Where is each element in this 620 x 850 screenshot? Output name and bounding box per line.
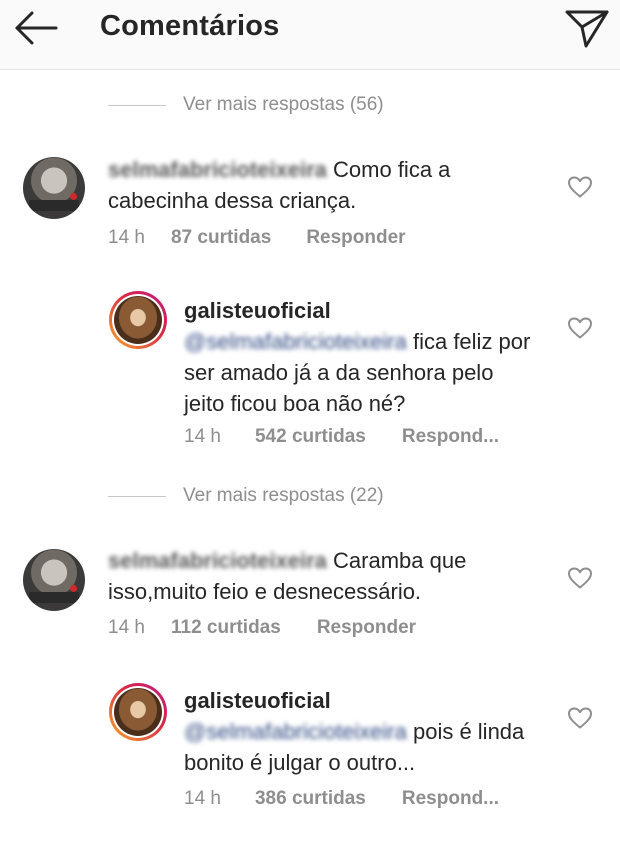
reply-likes[interactable]: 542 curtidas bbox=[255, 426, 366, 448]
share-button[interactable] bbox=[560, 6, 612, 50]
like-button[interactable] bbox=[567, 706, 593, 730]
heart-icon bbox=[568, 707, 592, 729]
avatar-caption bbox=[29, 200, 79, 211]
reply-time: 14 h bbox=[184, 426, 221, 447]
avatar[interactable] bbox=[23, 157, 85, 219]
avatar-photo bbox=[114, 688, 162, 736]
view-more-replies-label: Ver mais respostas (56) bbox=[183, 94, 384, 115]
comment-likes[interactable]: 112 curtidas bbox=[171, 617, 281, 639]
heart-icon bbox=[568, 317, 592, 339]
comment-meta: 14 h 87 curtidas Responder bbox=[108, 226, 406, 250]
like-button[interactable] bbox=[567, 316, 593, 340]
divider-line bbox=[108, 495, 166, 497]
top-bar: Comentários bbox=[0, 0, 620, 70]
paper-plane-icon bbox=[565, 10, 609, 48]
reply-meta: 14 h 542 curtidas Respond... bbox=[184, 425, 499, 449]
avatar[interactable] bbox=[109, 291, 167, 349]
comment-username[interactable]: selmafabricioteixeira bbox=[108, 157, 327, 182]
heart-icon bbox=[568, 176, 592, 198]
reply-likes[interactable]: 386 curtidas bbox=[255, 788, 366, 810]
reply-username[interactable]: galisteuoficial bbox=[184, 298, 331, 323]
arrow-left-icon bbox=[15, 11, 58, 45]
comment-body: selmafabricioteixeira Caramba que isso,m… bbox=[108, 545, 528, 607]
comment-time: 14 h bbox=[108, 227, 145, 248]
page-title: Comentários bbox=[100, 10, 280, 42]
avatar-inner bbox=[112, 294, 164, 346]
reply-meta: 14 h 386 curtidas Respond... bbox=[184, 787, 499, 811]
avatar[interactable] bbox=[23, 549, 85, 611]
reply-button[interactable]: Respond... bbox=[402, 426, 499, 448]
heart-icon bbox=[568, 567, 592, 589]
avatar-badge bbox=[70, 193, 77, 200]
comment-username[interactable]: selmafabricioteixeira bbox=[108, 548, 327, 573]
like-button[interactable] bbox=[567, 566, 593, 590]
avatar-inner bbox=[112, 686, 164, 738]
comment-meta: 14 h 112 curtidas Responder bbox=[108, 616, 416, 640]
view-more-replies-link[interactable]: Ver mais respostas (56) bbox=[108, 91, 384, 119]
comment-likes[interactable]: 87 curtidas bbox=[171, 227, 271, 249]
reply-body: galisteuoficial @selmafabricioteixeira p… bbox=[184, 685, 534, 778]
view-more-replies-label: Ver mais respostas (22) bbox=[183, 485, 384, 506]
reply-button[interactable]: Respond... bbox=[402, 788, 499, 810]
reply-button[interactable]: Responder bbox=[306, 227, 405, 249]
avatar-caption bbox=[29, 592, 79, 603]
avatar-badge bbox=[70, 585, 77, 592]
avatar-photo bbox=[114, 296, 162, 344]
reply-body: galisteuoficial @selmafabricioteixeira f… bbox=[184, 295, 534, 419]
like-button[interactable] bbox=[567, 175, 593, 199]
divider-line bbox=[108, 104, 166, 106]
comment-body: selmafabricioteixeira Como fica a cabeci… bbox=[108, 154, 528, 216]
reply-button[interactable]: Responder bbox=[317, 617, 416, 639]
reply-username[interactable]: galisteuoficial bbox=[184, 688, 331, 713]
reply-time: 14 h bbox=[184, 788, 221, 809]
reply-mention[interactable]: @selmafabricioteixeira bbox=[184, 329, 407, 354]
view-more-replies-link[interactable]: Ver mais respostas (22) bbox=[108, 482, 384, 510]
next-item-peek bbox=[270, 842, 390, 850]
back-button[interactable] bbox=[10, 6, 62, 50]
avatar[interactable] bbox=[109, 683, 167, 741]
comment-time: 14 h bbox=[108, 617, 145, 638]
reply-mention[interactable]: @selmafabricioteixeira bbox=[184, 719, 407, 744]
